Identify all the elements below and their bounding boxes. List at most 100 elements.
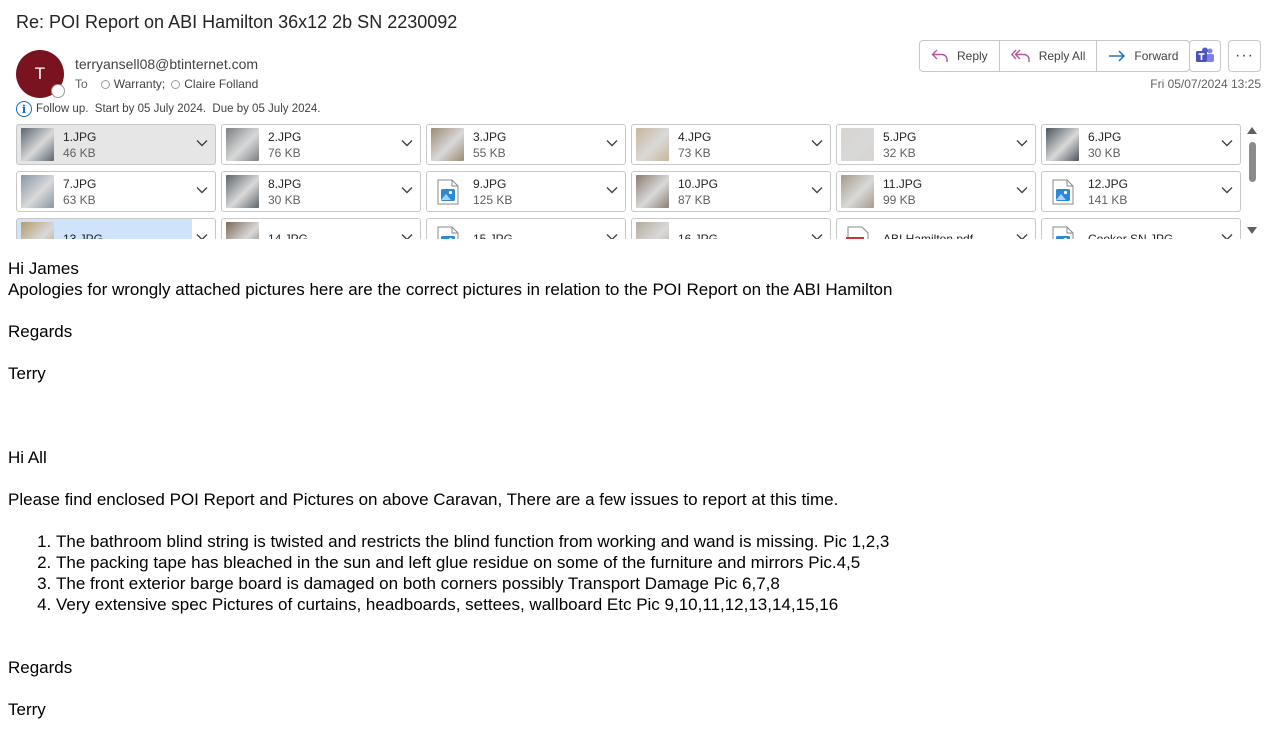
more-actions-button[interactable]: ··· <box>1228 40 1261 72</box>
attachment-size: 30 KB <box>268 192 301 207</box>
chevron-down-icon[interactable] <box>606 233 618 239</box>
chevron-down-icon[interactable] <box>196 186 208 194</box>
to-label: To <box>75 77 88 91</box>
scroll-down-icon[interactable] <box>1247 227 1257 234</box>
chevron-down-icon[interactable] <box>811 186 823 194</box>
attachment-tile[interactable]: 7.JPG 63 KB <box>16 171 216 212</box>
attachment-size: 99 KB <box>883 192 916 207</box>
attachment-thumbnail <box>21 128 54 161</box>
sent-date: Fri 05/07/2024 13:25 <box>1150 77 1261 91</box>
recipient-claire-folland[interactable]: Claire Folland <box>171 77 258 91</box>
scroll-up-icon[interactable] <box>1247 127 1257 134</box>
follow-up-text: Follow up. Start by 05 July 2024. Due by… <box>36 103 321 115</box>
attachment-tile[interactable]: 6.JPG 30 KB <box>1041 124 1241 165</box>
chevron-down-icon[interactable] <box>196 139 208 147</box>
forward-button[interactable]: Forward <box>1097 41 1189 71</box>
attachment-info: Cooker SN.JPG <box>1088 231 1173 240</box>
attachment-thumbnail <box>226 222 259 239</box>
attachment-name: 16.JPG <box>678 231 719 240</box>
attachment-info: 15.JPG <box>473 231 513 240</box>
attachment-tile[interactable]: 8.JPG 30 KB <box>221 171 421 212</box>
attachment-info: 8.JPG 30 KB <box>268 176 301 208</box>
message-body: Hi James Apologies for wrongly attached … <box>8 258 1268 720</box>
attachment-info: 7.JPG 63 KB <box>63 176 96 208</box>
sender-address[interactable]: terryansell08@btinternet.com <box>75 56 258 72</box>
chevron-down-icon[interactable] <box>606 186 618 194</box>
attachment-size: 141 KB <box>1088 192 1128 207</box>
attachment-name: 6.JPG <box>1088 129 1122 144</box>
attachment-tile[interactable]: 5.JPG 32 KB <box>836 124 1036 165</box>
attachments-scrollbar[interactable] <box>1244 124 1261 239</box>
attachment-thumbnail <box>226 175 259 208</box>
attachment-info: 9.JPG 125 KB <box>473 176 512 208</box>
attachment-name: 1.JPG <box>63 129 97 144</box>
image-file-icon <box>431 175 464 208</box>
reply-button[interactable]: Reply <box>920 41 1000 71</box>
attachment-info: 2.JPG 76 KB <box>268 129 301 161</box>
attachments-grid: 1.JPG 46 KB 2.JPG 76 KB 3.JPG 55 KB 4.JPG 73 KB… <box>16 124 1242 239</box>
attachment-tile[interactable]: 15.JPG <box>426 218 626 239</box>
attachment-tile[interactable]: ABI Hamilton.pdf <box>836 218 1036 239</box>
attachment-name: 10.JPG <box>678 176 719 191</box>
attachment-info: ABI Hamilton.pdf <box>883 231 973 240</box>
attachment-name: 13.JPG <box>63 231 104 240</box>
recipient-name: Claire Folland <box>184 77 259 91</box>
reply-all-button[interactable]: Reply All <box>1000 41 1098 71</box>
attachment-info: 4.JPG 73 KB <box>678 129 711 161</box>
attachment-size: 87 KB <box>678 192 711 207</box>
recipient-warranty[interactable]: Warranty; <box>100 77 165 91</box>
attachment-tile[interactable]: 14.JPG <box>221 218 421 239</box>
chevron-down-icon[interactable] <box>196 233 208 239</box>
attachment-tile[interactable]: Cooker SN.JPG <box>1041 218 1241 239</box>
chevron-down-icon[interactable] <box>401 139 413 147</box>
attachment-info: 1.JPG 46 KB <box>63 129 96 161</box>
teams-chat-button[interactable] <box>1189 40 1221 72</box>
attachment-tile[interactable]: 3.JPG 55 KB <box>426 124 626 165</box>
attachment-tile[interactable]: 11.JPG 99 KB <box>836 171 1036 212</box>
chevron-down-icon[interactable] <box>811 139 823 147</box>
attachment-size: 46 KB <box>63 145 96 160</box>
attachment-tile[interactable]: 13.JPG <box>16 218 216 239</box>
attachment-name: 14.JPG <box>268 231 309 240</box>
attachment-info: 5.JPG 32 KB <box>883 129 916 161</box>
chevron-down-icon[interactable] <box>811 233 823 239</box>
attachment-tile[interactable]: 9.JPG 125 KB <box>426 171 626 212</box>
attachment-name: 12.JPG <box>1088 176 1129 191</box>
attachment-name: 4.JPG <box>678 129 712 144</box>
chevron-down-icon[interactable] <box>1221 139 1233 147</box>
attachment-info: 3.JPG 55 KB <box>473 129 506 161</box>
image-file-icon <box>431 222 464 239</box>
body-signature: Terry <box>8 364 46 383</box>
chevron-down-icon[interactable] <box>1016 186 1028 194</box>
chevron-down-icon[interactable] <box>401 186 413 194</box>
image-file-icon <box>1046 222 1079 239</box>
list-item: The bathroom blind string is twisted and… <box>56 531 1268 552</box>
attachment-tile[interactable]: 2.JPG 76 KB <box>221 124 421 165</box>
chevron-down-icon[interactable] <box>1016 139 1028 147</box>
recipients-row: To Warranty; Claire Folland <box>75 77 264 91</box>
attachment-tile[interactable]: 16.JPG <box>631 218 831 239</box>
chevron-down-icon[interactable] <box>1221 233 1233 239</box>
scrollbar-thumb[interactable] <box>1249 142 1256 182</box>
chevron-down-icon[interactable] <box>606 139 618 147</box>
forward-label: Forward <box>1134 49 1179 63</box>
chevron-down-icon[interactable] <box>1016 233 1028 239</box>
attachment-tile[interactable]: 4.JPG 73 KB <box>631 124 831 165</box>
more-icon: ··· <box>1235 47 1254 64</box>
attachment-tile[interactable]: 1.JPG 46 KB <box>16 124 216 165</box>
attachment-info: 13.JPG <box>63 231 103 240</box>
chevron-down-icon[interactable] <box>401 233 413 239</box>
attachment-tile[interactable]: 10.JPG 87 KB <box>631 171 831 212</box>
attachment-tile[interactable]: 12.JPG 141 KB <box>1041 171 1241 212</box>
body-regards: Regards <box>8 322 73 341</box>
chevron-down-icon[interactable] <box>1221 186 1233 194</box>
attachment-info: 11.JPG 99 KB <box>883 176 922 208</box>
attachment-info: 12.JPG 141 KB <box>1088 176 1128 208</box>
attachment-name: 15.JPG <box>473 231 514 240</box>
